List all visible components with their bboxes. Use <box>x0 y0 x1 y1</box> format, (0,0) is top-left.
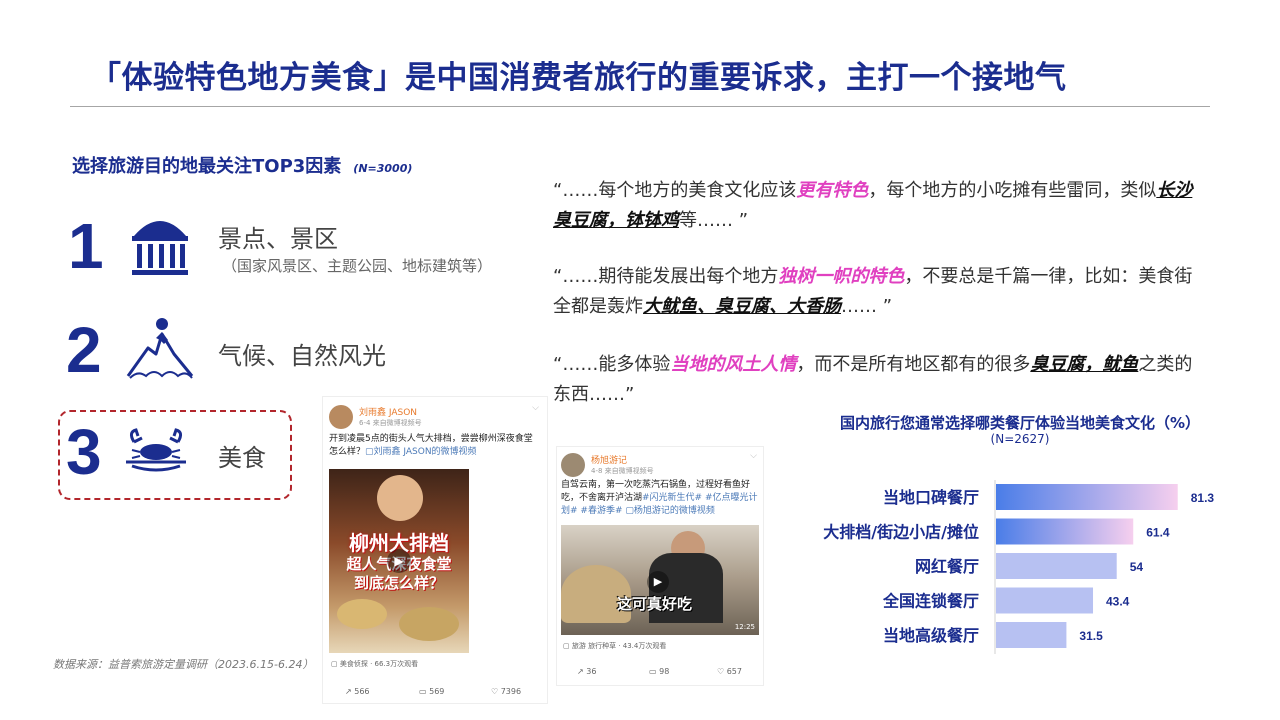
like-button[interactable]: ♡ 657 <box>717 667 742 676</box>
quote-text: “……能多体验 <box>553 354 671 375</box>
post-author[interactable]: 杨旭游记 <box>591 453 627 466</box>
weibo-post-2[interactable]: 杨旭游记 4-8 来自微博视频号 ⌵ 自驾云南，第一次吃蒸汽石锅鱼，过程好看鱼好… <box>556 446 764 686</box>
like-icon: ♡ <box>491 687 499 696</box>
weibo-post-1[interactable]: 刘雨鑫 JASON 6-4 来自微博视频号 ⌵ 开到凌晨5点的街头人气大排档，尝… <box>322 396 548 704</box>
quote-text: “……每个地方的美食文化应该 <box>553 180 797 201</box>
bar <box>996 484 1178 510</box>
comment-count: 569 <box>429 687 445 696</box>
video-caption: 这可真好吃 <box>617 595 693 613</box>
bar <box>996 518 1134 545</box>
value-label: 61.4 <box>1146 526 1170 540</box>
share-icon: ↗ <box>345 687 352 696</box>
section-subtitle: 选择旅游目的地最关注TOP3因素 (N=3000) <box>72 152 412 178</box>
post-meta: 4-8 来自微博视频号 <box>591 467 654 475</box>
factor-1-label: 景点、景区 <box>218 225 338 253</box>
post-tag-text: 旅游 旅行种草 · 43.4万次观看 <box>571 642 667 650</box>
video-link[interactable]: ▢刘雨鑫 JASON的微博视频 <box>365 447 477 457</box>
share-button[interactable]: ↗ 36 <box>577 667 596 676</box>
chart-title: 国内旅行您通常选择哪类餐厅体验当地美食文化（%） <box>839 414 1201 432</box>
like-button[interactable]: ♡ 7396 <box>491 687 521 696</box>
post-text: 自驾云南，第一次吃蒸汽石锅鱼，过程好看鱼好吃，不舍离开泸沽湖#闪光新生代# #亿… <box>561 479 759 518</box>
museum-icon <box>132 221 188 275</box>
comment-icon: ▭ <box>419 687 427 696</box>
sample-size: (N=3000) <box>353 162 413 175</box>
share-icon: ↗ <box>577 667 584 676</box>
dish-plate <box>337 599 387 629</box>
category-label: 全国连锁餐厅 <box>882 592 979 611</box>
bar <box>996 553 1117 579</box>
data-source: 数据来源：益普索旅游定量调研（2023.6.15-6.24） <box>53 658 314 671</box>
quote-highlight: 独树一帜的特色 <box>778 266 905 287</box>
quote-highlight: 当地的风土人情 <box>670 354 797 375</box>
value-label: 43.4 <box>1106 595 1130 609</box>
comment-count: 98 <box>659 667 670 676</box>
factor-1-sub: （国家风景区、主题公园、地标建筑等） <box>222 257 493 275</box>
bar <box>996 587 1094 614</box>
bar-chart: 当地口碑餐厅 81.3 大排档/街边小店/摊位 61.4 网红餐厅 54 全国连锁餐厅 43.… <box>823 480 1215 654</box>
factor-3-label: 美食 <box>218 444 266 472</box>
mountain-icon <box>126 318 194 379</box>
bar <box>996 622 1067 648</box>
dish-plate <box>399 607 459 641</box>
value-label: 54 <box>1130 560 1144 574</box>
quote-example: 臭豆腐，鱿鱼 <box>1030 354 1139 375</box>
post-text: 开到凌晨5点的街头人气大排档，尝尝柳州深夜食堂怎么样？▢刘雨鑫 JASON的微博… <box>329 433 541 459</box>
chevron-down-icon[interactable]: ⌵ <box>750 451 757 461</box>
quote-text: 等…… ” <box>679 210 749 231</box>
share-button[interactable]: ↗ 566 <box>345 687 370 696</box>
person-face <box>377 475 423 521</box>
header-divider <box>70 106 1210 107</box>
category-label: 当地口碑餐厅 <box>883 488 979 507</box>
chart-subtitle: (N=2627) <box>990 432 1050 446</box>
video-thumbnail[interactable]: ▶ 这可真好吃 12:25 <box>561 525 759 635</box>
category-label: 当地高级餐厅 <box>883 626 979 645</box>
overlay-line-3: 到底怎么样？ <box>353 574 444 592</box>
avatar[interactable] <box>561 453 585 477</box>
rank-3: 3 <box>66 416 102 488</box>
quote-text: ，每个地方的小吃摊有些雷同，类似 <box>868 180 1157 201</box>
quote-text: “……期待能发展出每个地方 <box>553 266 779 287</box>
quote-3: “……能多体验当地的风土人情，而不是所有地区都有的很多臭豆腐，鱿鱼之类的东西……… <box>553 350 1193 410</box>
avatar[interactable] <box>329 405 353 429</box>
category-label: 网红餐厅 <box>915 557 979 576</box>
comment-button[interactable]: ▭ 98 <box>649 667 669 676</box>
value-label: 81.3 <box>1191 491 1215 505</box>
share-count: 566 <box>354 687 370 696</box>
quote-text: ，而不是所有地区都有的很多 <box>796 354 1031 375</box>
comment-button[interactable]: ▭ 569 <box>419 687 444 696</box>
post-meta: 6-4 来自微博视频号 <box>359 419 422 427</box>
post-author[interactable]: 刘雨鑫 JASON <box>359 405 417 418</box>
comment-icon: ▭ <box>649 667 657 676</box>
post-tag: ▢ 旅游 旅行种草 · 43.4万次观看 <box>563 642 667 650</box>
quote-highlight: 更有特色 <box>796 180 869 201</box>
page-title: 「体验特色地方美食」是中国消费者旅行的重要诉求，主打一个接地气 <box>90 60 1067 96</box>
chevron-down-icon[interactable]: ⌵ <box>532 403 539 413</box>
video-duration: 12:25 <box>734 623 755 631</box>
post-tag-text: 美食侦探 · 66.3万次观看 <box>339 660 419 668</box>
video-thumbnail[interactable]: 柳州大排档 超人气深夜食堂 到底怎么样？ ▶ <box>329 469 469 653</box>
play-icon[interactable]: ▶ <box>387 549 411 573</box>
play-icon[interactable]: ▶ <box>647 571 669 593</box>
rank-2: 2 <box>66 314 102 386</box>
like-count: 657 <box>726 667 742 676</box>
quote-1: “……每个地方的美食文化应该更有特色，每个地方的小吃摊有些雷同，类似长沙臭豆腐，… <box>553 176 1193 236</box>
value-label: 31.5 <box>1079 629 1103 643</box>
category-label: 大排档/街边小店/摊位 <box>823 523 979 542</box>
like-count: 7396 <box>500 687 522 696</box>
quote-text: …… ” <box>841 296 893 317</box>
post-tag: ▢ 美食侦探 · 66.3万次观看 <box>331 660 419 668</box>
share-count: 36 <box>586 667 597 676</box>
subtitle-text: 选择旅游目的地最关注TOP3因素 <box>72 156 342 177</box>
like-icon: ♡ <box>717 667 725 676</box>
factor-2-label: 气候、自然风光 <box>218 342 386 370</box>
crab-dish-icon <box>126 428 186 472</box>
rank-1: 1 <box>68 210 104 282</box>
quote-2: “……期待能发展出每个地方独树一帜的特色，不要总是千篇一律，比如：美食街全都是轰… <box>553 262 1193 322</box>
quote-example: 大鱿鱼、臭豆腐、大香肠 <box>643 296 841 317</box>
